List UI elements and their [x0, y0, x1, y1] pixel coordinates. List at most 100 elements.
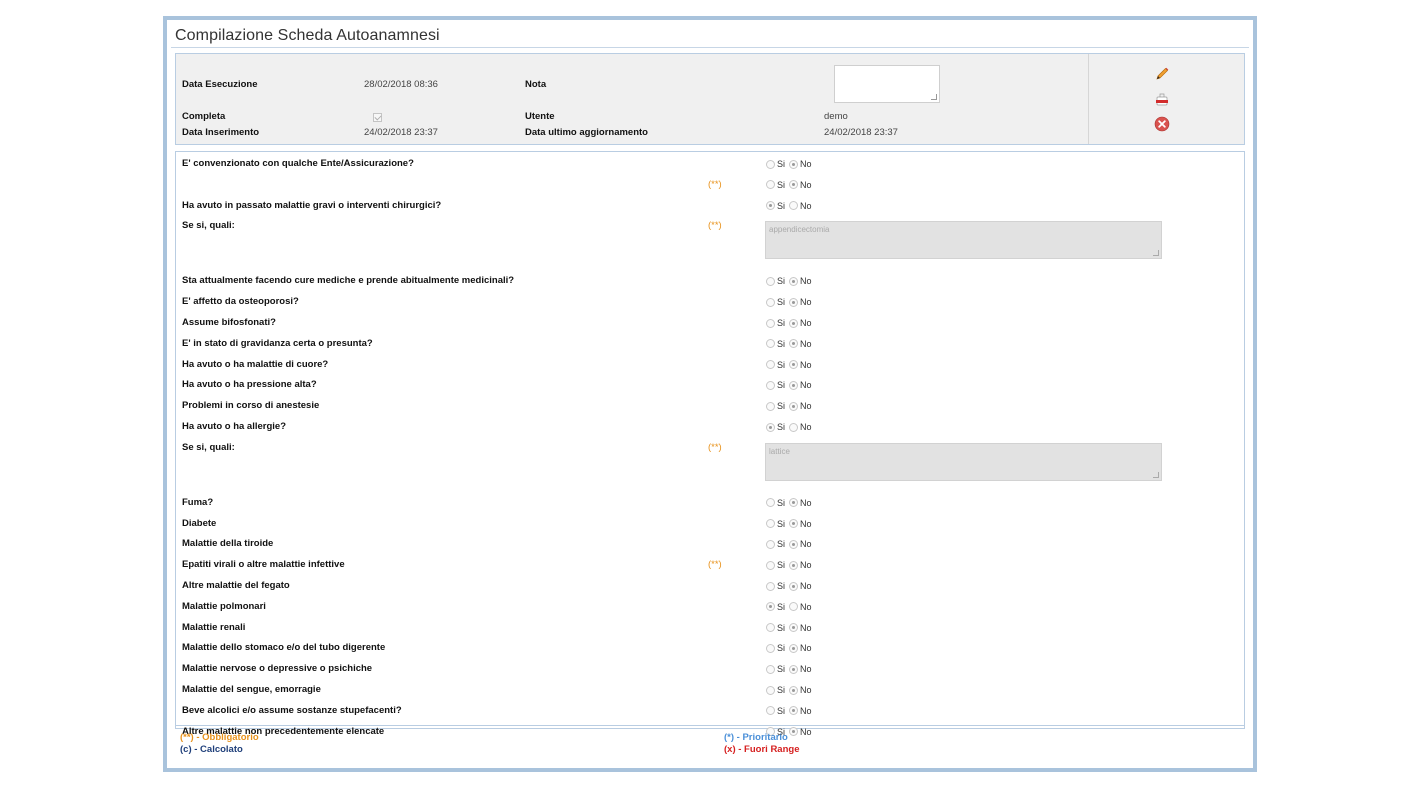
- radio-si[interactable]: [766, 276, 775, 286]
- title-divider: [171, 47, 1249, 48]
- radio-no[interactable]: [789, 539, 799, 549]
- question-label: Malattie del sengue, emorragie: [182, 684, 321, 695]
- radio-si[interactable]: [766, 685, 775, 695]
- radio-no[interactable]: [789, 498, 799, 508]
- radio-si[interactable]: [766, 560, 775, 570]
- yes-no-radio-group: Si No: [766, 685, 816, 695]
- radio-no[interactable]: [789, 339, 799, 349]
- radio-no[interactable]: [789, 180, 799, 190]
- radio-si[interactable]: [766, 602, 775, 612]
- radio-no-label: No: [800, 422, 812, 432]
- radio-no[interactable]: [789, 623, 799, 633]
- question-label: Altre malattie del fegato: [182, 580, 290, 591]
- radio-no[interactable]: [789, 602, 799, 612]
- completa-checkbox[interactable]: [373, 113, 382, 122]
- radio-no[interactable]: [789, 297, 799, 307]
- radio-no[interactable]: [789, 560, 799, 570]
- radio-no-label: No: [800, 380, 812, 391]
- radio-si[interactable]: [766, 623, 775, 633]
- radio-si-label: Si: [777, 705, 786, 716]
- radio-si[interactable]: [766, 581, 775, 591]
- legend-obbligatorio: (**) - Obbligatorio: [180, 732, 259, 743]
- yes-no-radio-group: Si No: [766, 643, 816, 653]
- radio-si[interactable]: [766, 539, 775, 549]
- radio-no[interactable]: [789, 643, 799, 653]
- radio-no[interactable]: [789, 360, 799, 370]
- radio-si-label: Si: [777, 622, 786, 633]
- radio-no[interactable]: [789, 401, 799, 411]
- data-esecuzione-label: Data Esecuzione: [182, 79, 258, 90]
- radio-si[interactable]: [766, 297, 775, 307]
- question-label: Malattie nervose o depressive o psichich…: [182, 663, 373, 675]
- radio-no-label: No: [800, 539, 812, 550]
- radio-no[interactable]: [789, 706, 799, 716]
- radio-si[interactable]: [766, 180, 775, 190]
- yes-no-radio-group: Si No: [766, 519, 816, 529]
- radio-si-label: Si: [777, 518, 786, 529]
- yes-no-radio-group: Si No: [766, 180, 816, 190]
- radio-no[interactable]: [789, 318, 799, 328]
- radio-no-label: No: [800, 338, 812, 349]
- required-marker: (**): [708, 220, 722, 232]
- radio-si[interactable]: [766, 380, 775, 390]
- data-inserimento-label: Data Inserimento: [182, 127, 260, 138]
- yes-no-radio-group: Si No: [766, 602, 816, 612]
- radio-no[interactable]: [789, 519, 799, 529]
- yes-no-radio-group: Si No: [766, 422, 816, 432]
- radio-no-label: No: [800, 685, 812, 695]
- data-esecuzione-value: 28/02/2018 08:36: [364, 79, 438, 90]
- data-inserimento-value: 24/02/2018 23:37: [364, 127, 438, 138]
- radio-no-label: No: [800, 497, 812, 508]
- radio-no-label: No: [800, 159, 812, 169]
- required-marker: (**): [708, 178, 722, 190]
- form-window: Compilazione Scheda Autoanamnesi Data Es…: [163, 16, 1257, 772]
- answer-textarea[interactable]: appendicectomia: [765, 221, 1162, 260]
- question-label: Problemi in corso di anestesie: [182, 400, 320, 412]
- radio-si[interactable]: [766, 643, 775, 653]
- radio-si[interactable]: [766, 318, 775, 328]
- radio-si-label: Si: [777, 380, 786, 391]
- question-label: Ha avuto o ha malattie di cuore?: [182, 358, 329, 370]
- legend-prioritario: (*) - Prioritario: [724, 732, 788, 743]
- radio-no-label: No: [800, 179, 812, 190]
- radio-si[interactable]: [766, 201, 775, 211]
- radio-no-label: No: [800, 359, 812, 370]
- radio-si[interactable]: [766, 498, 775, 508]
- radio-si[interactable]: [766, 664, 775, 674]
- question-label: Ha avuto o ha allergie?: [182, 421, 286, 432]
- yes-no-radio-group: Si No: [766, 318, 816, 328]
- radio-no-label: No: [800, 560, 812, 571]
- radio-no[interactable]: [789, 201, 799, 211]
- question-label: Epatiti virali o altre malattie infettiv…: [182, 559, 345, 571]
- radio-no[interactable]: [789, 581, 799, 591]
- radio-si[interactable]: [766, 159, 775, 169]
- radio-si-label: Si: [777, 297, 786, 308]
- radio-si[interactable]: [766, 401, 775, 411]
- form-panel: Compilazione Scheda Autoanamnesi Data Es…: [167, 20, 1253, 768]
- radio-no[interactable]: [789, 422, 799, 432]
- pencil-icon[interactable]: [1154, 66, 1170, 82]
- yes-no-radio-group: Si No: [766, 339, 816, 349]
- yes-no-radio-group: Si No: [766, 401, 816, 411]
- radio-no-label: No: [800, 664, 812, 675]
- radio-no[interactable]: [789, 685, 799, 695]
- answer-textarea[interactable]: lattice: [765, 442, 1162, 481]
- nota-field[interactable]: [834, 65, 940, 103]
- radio-si[interactable]: [766, 339, 775, 349]
- question-label: Beve alcolici e/o assume sostanze stupef…: [182, 704, 402, 716]
- radio-si[interactable]: [766, 706, 775, 716]
- radio-no[interactable]: [789, 159, 799, 169]
- pdf-icon[interactable]: [1154, 92, 1170, 108]
- radio-no[interactable]: [789, 380, 799, 390]
- radio-no[interactable]: [789, 664, 799, 674]
- radio-si[interactable]: [766, 519, 775, 529]
- close-icon[interactable]: [1154, 116, 1170, 132]
- radio-si[interactable]: [766, 360, 775, 370]
- radio-no[interactable]: [789, 276, 799, 286]
- radio-si-label: Si: [777, 560, 786, 571]
- radio-no-label: No: [800, 401, 812, 412]
- radio-si[interactable]: [766, 422, 775, 432]
- yes-no-radio-group: Si No: [766, 539, 816, 549]
- radio-no-label: No: [800, 601, 812, 612]
- radio-no[interactable]: [789, 727, 799, 737]
